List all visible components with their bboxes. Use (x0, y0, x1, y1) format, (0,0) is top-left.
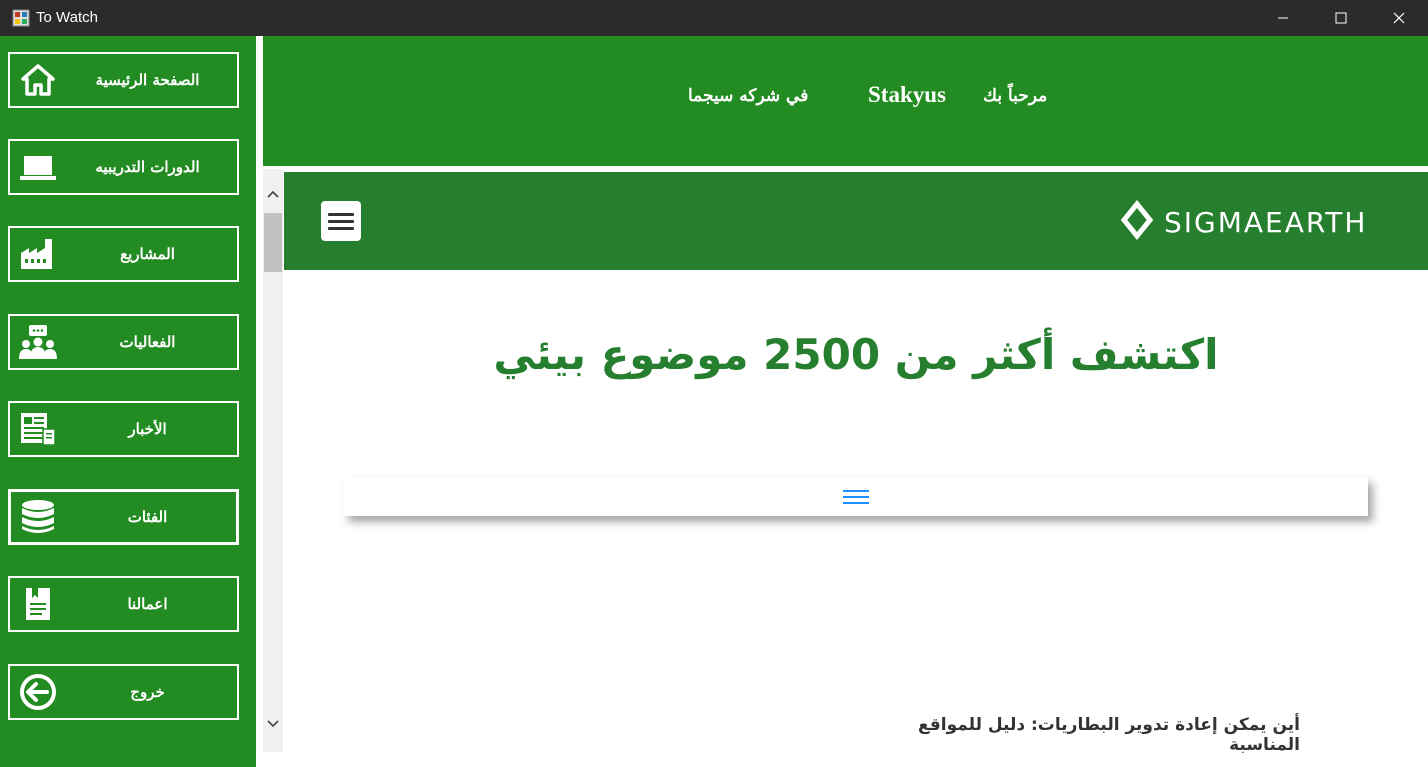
username-label: Stakyus (868, 82, 946, 107)
sigmaearth-logo-icon (1120, 200, 1154, 240)
sidebar-item-label: الدورات التدريبيه (95, 158, 200, 176)
hamburger-icon-bar (328, 226, 354, 230)
header-panel (263, 36, 1428, 166)
sidebar-item-categories[interactable]: الفئات (8, 489, 239, 545)
chevron-up-icon (267, 190, 279, 198)
sidebar-item-label: الصفحة الرئيسية (95, 71, 200, 89)
sidebar-item-label: الفعاليات (119, 333, 176, 351)
minimize-button[interactable] (1254, 0, 1312, 36)
sidebar-item-label: اعمالنا (127, 595, 168, 613)
sidebar: الصفحة الرئيسية الدورات التدريبيه المشار… (0, 36, 256, 767)
company-text: في شركه سيجما (688, 86, 809, 106)
title-bar: To Watch (0, 0, 1428, 36)
sidebar-item-label: خروج (130, 683, 165, 701)
scrollbar-thumb[interactable] (264, 213, 282, 272)
sigmaearth-logo[interactable]: SIGMAEARTH (1120, 200, 1367, 244)
audience-icon (18, 324, 58, 360)
document-icon (18, 586, 58, 622)
exit-arrow-icon (18, 674, 58, 710)
scroll-down-button[interactable] (263, 714, 283, 734)
app-icon (12, 9, 30, 27)
category-menu-bar[interactable] (343, 477, 1368, 516)
hamburger-icon-bar (328, 219, 354, 223)
maximize-button[interactable] (1312, 0, 1370, 36)
sidebar-item-label: الفئات (127, 508, 168, 526)
website-menu-button[interactable] (321, 201, 361, 241)
scroll-up-button[interactable] (263, 184, 283, 204)
hamburger-icon-bar (328, 212, 354, 216)
logo-text: SIGMAEARTH (1164, 205, 1368, 239)
article-title-link[interactable]: أين يمكن إعادة تدوير البطاريات: دليل للم… (900, 715, 1300, 755)
home-icon (18, 62, 58, 98)
sidebar-item-home[interactable]: الصفحة الرئيسية (8, 52, 239, 108)
sidebar-item-courses[interactable]: الدورات التدريبيه (8, 139, 239, 195)
sidebar-item-projects[interactable]: المشاريع (8, 226, 239, 282)
close-button[interactable] (1370, 0, 1428, 36)
sidebar-item-news[interactable]: الأخبار (8, 401, 239, 457)
database-icon (18, 499, 58, 535)
sidebar-item-label: الأخبار (128, 420, 167, 438)
panel-divider (256, 36, 263, 767)
sidebar-item-label: المشاريع (120, 245, 175, 263)
chevron-down-icon (267, 720, 279, 728)
sidebar-item-our-work[interactable]: اعمالنا (8, 576, 239, 632)
hero-title: اكتشف أكثر من 2500 موضوع بيئي (493, 330, 1219, 379)
maximize-icon (1335, 12, 1347, 24)
newspaper-icon (18, 411, 58, 447)
menu-icon (842, 489, 869, 504)
window-title: To Watch (36, 9, 98, 26)
welcome-text: مرحباً بك (983, 86, 1048, 106)
close-icon (1393, 12, 1405, 24)
sidebar-item-events[interactable]: الفعاليات (8, 314, 239, 370)
sidebar-item-exit[interactable]: خروج (8, 664, 239, 720)
factory-icon (18, 236, 58, 272)
minimize-icon (1278, 17, 1288, 19)
laptop-icon (18, 149, 58, 185)
